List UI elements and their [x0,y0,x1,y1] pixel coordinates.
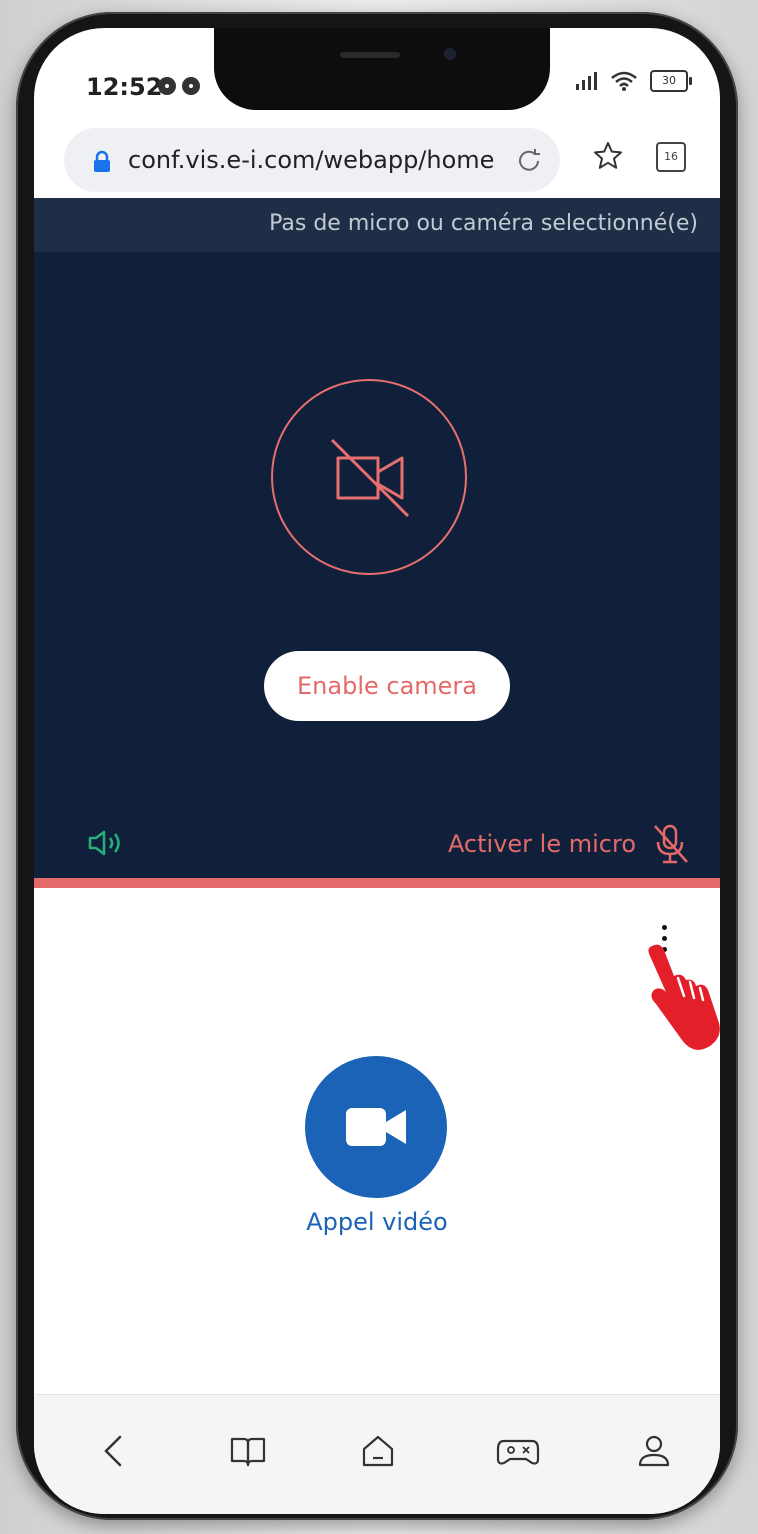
book-icon[interactable] [228,1431,268,1471]
wifi-icon [611,71,637,91]
profile-icon[interactable] [634,1431,674,1471]
video-call-button[interactable] [305,1056,447,1198]
video-call-label[interactable]: Appel vidéo [34,1208,720,1236]
status-time: 12:52 [86,73,163,101]
video-preview-panel: Pas de micro ou caméra selectionné(e) En… [34,198,720,878]
front-camera [444,48,456,60]
status-indicators: 30 [574,70,692,92]
camera-off-indicator [271,379,467,575]
status-app-icon [158,77,176,95]
reload-icon[interactable] [514,146,544,176]
camera-notch [214,28,550,110]
lock-icon [94,150,110,172]
game-icon[interactable] [496,1431,540,1471]
device-notice-bar: Pas de micro ou caméra selectionné(e) [34,198,720,252]
status-bar: 12:52 30 [34,28,720,118]
back-icon[interactable] [98,1431,128,1471]
device-notice-text: Pas de micro ou caméra selectionné(e) [269,211,698,236]
home-icon[interactable] [358,1431,398,1471]
signal-icon [576,72,597,90]
video-camera-icon [346,1108,406,1146]
star-icon[interactable] [592,140,624,172]
address-bar[interactable]: conf.vis.e-i.com/webapp/home [64,128,560,192]
activate-mic-label[interactable]: Activer le micro [448,830,636,858]
mic-off-icon[interactable] [651,822,691,866]
camera-off-icon [330,438,410,518]
browser-toolbar: conf.vis.e-i.com/webapp/home 16 [34,118,720,198]
panel-divider [34,878,720,888]
notch-speaker [340,52,400,58]
enable-camera-button[interactable]: Enable camera [264,651,510,721]
phone-screen: 12:52 30 conf.vis.e-i.com/webapp/home 16… [34,28,720,1514]
speaker-icon[interactable] [86,828,126,858]
tabs-icon[interactable]: 16 [656,142,686,172]
pointing-hand-icon [648,944,720,1050]
status-app-icon [182,77,200,95]
battery-icon: 30 [650,70,692,92]
url-text: conf.vis.e-i.com/webapp/home [128,146,495,174]
bottom-navigation [34,1394,720,1514]
